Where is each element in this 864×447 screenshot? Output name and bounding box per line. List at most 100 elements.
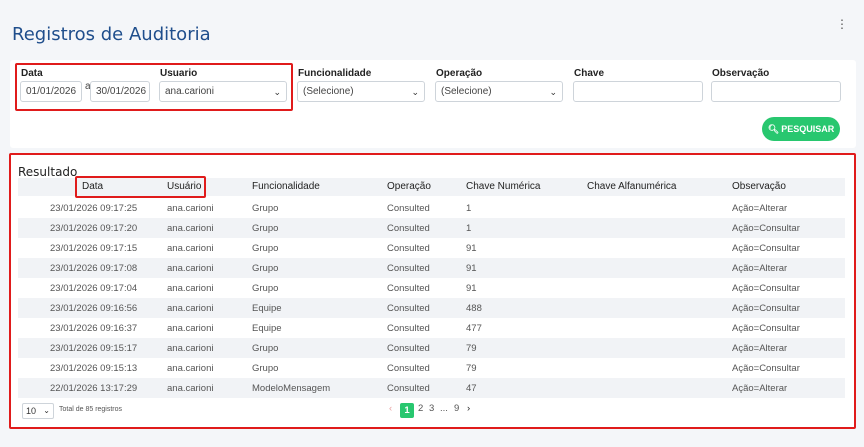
cell-usuario: ana.carioni [167, 243, 214, 254]
cell-usuario: ana.carioni [167, 383, 214, 394]
pagination-page-1[interactable]: 1 [400, 403, 414, 418]
total-records: Total de 85 registros [59, 406, 123, 413]
kebab-vertical-icon[interactable]: ⋮ [836, 18, 848, 30]
table-row[interactable]: 23/01/2026 09:17:25 ana.carioni Grupo Consu… [18, 198, 845, 218]
table-row[interactable]: 23/01/2026 09:16:56 ana.carioni Equipe Cons… [18, 298, 845, 318]
chevron-down-icon: ⌄ [43, 406, 50, 415]
observacao-input[interactable] [711, 81, 841, 102]
cell-operacao: Consulted [387, 203, 430, 214]
cell-chave-numerica: 79 [466, 363, 477, 374]
cell-observacao: Ação=Alterar [732, 203, 788, 214]
cell-usuario: ana.carioni [167, 263, 214, 274]
pagination-ellipsis: ... [440, 403, 448, 414]
cell-data: 23/01/2026 09:16:56 [50, 303, 138, 314]
cell-chave-numerica: 91 [466, 263, 477, 274]
table-row[interactable]: 22/01/2026 13:17:29 ana.carioni ModeloMens… [18, 378, 845, 398]
cell-observacao: Ação=Alterar [732, 383, 788, 394]
cell-operacao: Consulted [387, 283, 430, 294]
cell-funcionalidade: Grupo [252, 243, 279, 254]
cell-operacao: Consulted [387, 223, 430, 234]
cell-observacao: Ação=Alterar [732, 343, 788, 354]
search-button-label: PESQUISAR [781, 124, 835, 134]
cell-data: 23/01/2026 09:16:37 [50, 323, 138, 334]
cell-chave-numerica: 488 [466, 303, 482, 314]
cell-observacao: Ação=Consultar [732, 303, 800, 314]
chave-label: Chave [574, 68, 605, 79]
cell-funcionalidade: Grupo [252, 343, 279, 354]
cell-funcionalidade: Grupo [252, 263, 279, 274]
cell-data: 22/01/2026 13:17:29 [50, 383, 138, 394]
highlight-box-filters [15, 63, 293, 111]
cell-chave-numerica: 47 [466, 383, 477, 394]
table-row[interactable]: 23/01/2026 09:17:08 ana.carioni Grupo Consu… [18, 258, 845, 278]
cell-operacao: Consulted [387, 243, 430, 254]
table-row[interactable]: 23/01/2026 09:16:37 ana.carioni Equipe Cons… [18, 318, 845, 338]
cell-data: 23/01/2026 09:15:13 [50, 363, 138, 374]
observacao-label: Observação [712, 68, 770, 79]
funcionalidade-select[interactable]: (Selecione) ⌄ [297, 81, 425, 102]
chevron-down-icon: ⌄ [411, 87, 419, 97]
column-header-chave-numerica[interactable]: Chave Numérica [466, 181, 540, 192]
cell-operacao: Consulted [387, 343, 430, 354]
cell-data: 23/01/2026 09:17:25 [50, 203, 138, 214]
cell-data: 23/01/2026 09:15:17 [50, 343, 138, 354]
cell-chave-numerica: 1 [466, 203, 472, 214]
cell-operacao: Consulted [387, 363, 430, 374]
highlight-box-columns [75, 176, 206, 198]
cell-data: 23/01/2026 09:17:20 [50, 223, 138, 234]
cell-funcionalidade: Grupo [252, 203, 279, 214]
page-size-value: 10 [26, 406, 37, 416]
cell-chave-numerica: 477 [466, 323, 482, 334]
cell-funcionalidade: ModeloMensagem [252, 383, 331, 394]
operacao-select-value: (Selecione) [441, 86, 492, 97]
cell-data: 23/01/2026 09:17:08 [50, 263, 138, 274]
table-row[interactable]: 23/01/2026 09:17:15 ana.carioni Grupo Consu… [18, 238, 845, 258]
cell-usuario: ana.carioni [167, 203, 214, 214]
cell-usuario: ana.carioni [167, 223, 214, 234]
cell-observacao: Ação=Consultar [732, 363, 800, 374]
cell-chave-numerica: 1 [466, 223, 472, 234]
cell-funcionalidade: Equipe [252, 323, 282, 334]
pagination-page-9[interactable]: 9 [454, 403, 459, 414]
table-row[interactable]: 23/01/2026 09:17:04 ana.carioni Grupo Consu… [18, 278, 845, 298]
column-header-observacao[interactable]: Observação [732, 181, 786, 192]
cell-operacao: Consulted [387, 263, 430, 274]
search-button[interactable]: 🔍︎ PESQUISAR [762, 117, 840, 141]
pagination-page-3[interactable]: 3 [429, 403, 434, 414]
cell-funcionalidade: Equipe [252, 303, 282, 314]
cell-data: 23/01/2026 09:17:15 [50, 243, 138, 254]
column-header-funcionalidade[interactable]: Funcionalidade [252, 181, 320, 192]
pagination-next[interactable]: › [467, 403, 470, 414]
cell-data: 23/01/2026 09:17:04 [50, 283, 138, 294]
cell-observacao: Ação=Consultar [732, 323, 800, 334]
operacao-label: Operação [436, 68, 483, 79]
pagination-page-2[interactable]: 2 [418, 403, 423, 414]
cell-chave-numerica: 91 [466, 243, 477, 254]
column-header-chave-alfanumerica[interactable]: Chave Alfanumérica [587, 181, 677, 192]
cell-observacao: Ação=Consultar [732, 243, 800, 254]
cell-usuario: ana.carioni [167, 303, 214, 314]
cell-usuario: ana.carioni [167, 363, 214, 374]
table-row[interactable]: 23/01/2026 09:15:13 ana.carioni Grupo Consu… [18, 358, 845, 378]
cell-funcionalidade: Grupo [252, 223, 279, 234]
funcionalidade-select-value: (Selecione) [303, 86, 354, 97]
table-row[interactable]: 23/01/2026 09:17:20 ana.carioni Grupo Consu… [18, 218, 845, 238]
table-row[interactable]: 23/01/2026 09:15:17 ana.carioni Grupo Consu… [18, 338, 845, 358]
cell-usuario: ana.carioni [167, 283, 214, 294]
cell-operacao: Consulted [387, 383, 430, 394]
page-size-select[interactable]: 10 ⌄ [22, 403, 54, 419]
chave-input[interactable] [573, 81, 703, 102]
results-title: Resultado [18, 165, 78, 179]
cell-funcionalidade: Grupo [252, 283, 279, 294]
cell-observacao: Ação=Consultar [732, 223, 800, 234]
column-header-operacao[interactable]: Operação [387, 181, 431, 192]
cell-observacao: Ação=Consultar [732, 283, 800, 294]
cell-funcionalidade: Grupo [252, 363, 279, 374]
cell-observacao: Ação=Alterar [732, 263, 788, 274]
funcionalidade-label: Funcionalidade [298, 68, 372, 79]
chevron-down-icon: ⌄ [549, 87, 557, 97]
pagination-prev[interactable]: ‹ [389, 403, 392, 414]
operacao-select[interactable]: (Selecione) ⌄ [435, 81, 563, 102]
cell-usuario: ana.carioni [167, 323, 214, 334]
cell-chave-numerica: 79 [466, 343, 477, 354]
